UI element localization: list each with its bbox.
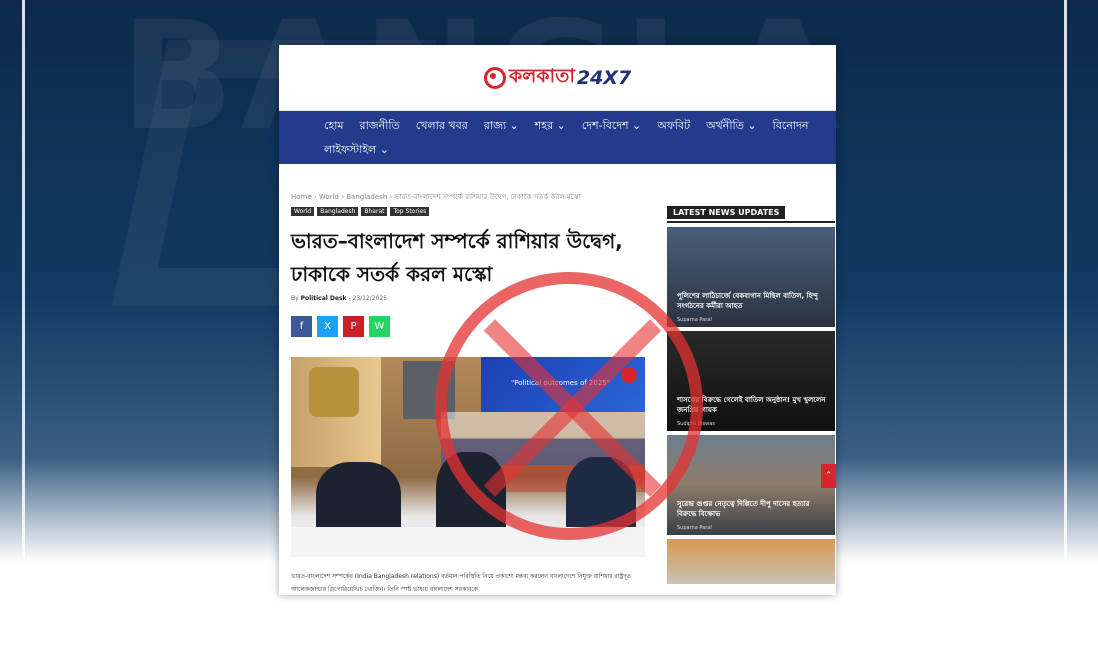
tag-world[interactable]: World [291,207,315,216]
author-link[interactable]: Political Desk [301,295,347,302]
article-body: ভারত-বাংলাদেশ সম্পর্কের (India Banglades… [291,573,631,593]
news-caption: সুরেন্দ্র গুপ্তর নেতৃত্বে দিল্লিতে দীপু … [677,500,810,518]
nav-item-sports[interactable]: খেলার খবর [416,117,468,136]
nav-item-world[interactable]: দেশ-বিদেশ ⌄ [582,117,641,136]
nav-item-state[interactable]: রাজ্য ⌄ [484,117,519,136]
sidebar-title: LATEST NEWS UPDATES [667,206,835,223]
nav-item-city[interactable]: শহর ⌄ [535,117,566,136]
x-share-button[interactable]: X [317,316,338,337]
news-author: Suparna Paral [677,525,712,531]
site-logo[interactable]: কলকাতা 24X7 [483,62,632,94]
publish-date: 23/12/2025 [352,295,388,302]
share-buttons: f X P W [291,316,390,337]
nav-item-home[interactable]: হোম [324,117,344,136]
nav-row-1: হোম রাজনীতি খেলার খবর রাজ্য ⌄ শহর ⌄ দেশ-… [324,114,836,138]
frame-line-left [22,0,25,560]
tag-bangladesh[interactable]: Bangladesh [317,207,359,216]
nav-item-entertainment[interactable]: বিনোদন [773,117,809,136]
nav-item-offbeat[interactable]: অফবিট [657,117,690,136]
frame-line-right [1064,0,1067,560]
breadcrumb[interactable]: Home › World › Bangladesh › ভারত-বাংলাদে… [291,191,581,203]
nav-item-economy[interactable]: অর্থনীতি ⌄ [706,117,756,136]
tag-top-stories[interactable]: Top Stories [390,207,430,216]
russian-emblem-icon [309,367,359,417]
logo-icon [483,66,506,89]
news-author: Suparna Paral [677,317,712,323]
news-card[interactable] [667,539,835,584]
logo-text: কলকাতা [508,64,575,87]
whatsapp-share-button[interactable]: W [369,316,390,337]
byline-prefix: By [291,295,299,302]
masthead: কলকাতা 24X7 [279,45,836,111]
news-caption: পুলিশের লাঠিচার্জে বেকবাগান মিছিল বাতিল,… [677,292,818,310]
byline: By Political Desk - 23/12/2025 [291,295,388,302]
nav-item-lifestyle[interactable]: লাইফস্টাইল ⌄ [324,141,389,160]
facebook-share-button[interactable]: f [291,316,312,337]
logo-number: 24X7 [576,66,632,89]
main-nav: হোম রাজনীতি খেলার খবর রাজ্য ⌄ শহর ⌄ দেশ-… [279,111,836,164]
tag-list: World Bangladesh Bharat Top Stories [291,207,430,216]
scroll-top-button[interactable]: ⌃ [821,464,836,488]
news-card[interactable]: পুলিশের লাঠিচার্জে বেকবাগান মিছিল বাতিল,… [667,227,835,327]
nav-row-2: লাইফস্টাইল ⌄ [324,138,836,162]
pinterest-share-button[interactable]: P [343,316,364,337]
tag-bharat[interactable]: Bharat [361,207,388,216]
nav-item-politics[interactable]: রাজনীতি [360,117,400,136]
